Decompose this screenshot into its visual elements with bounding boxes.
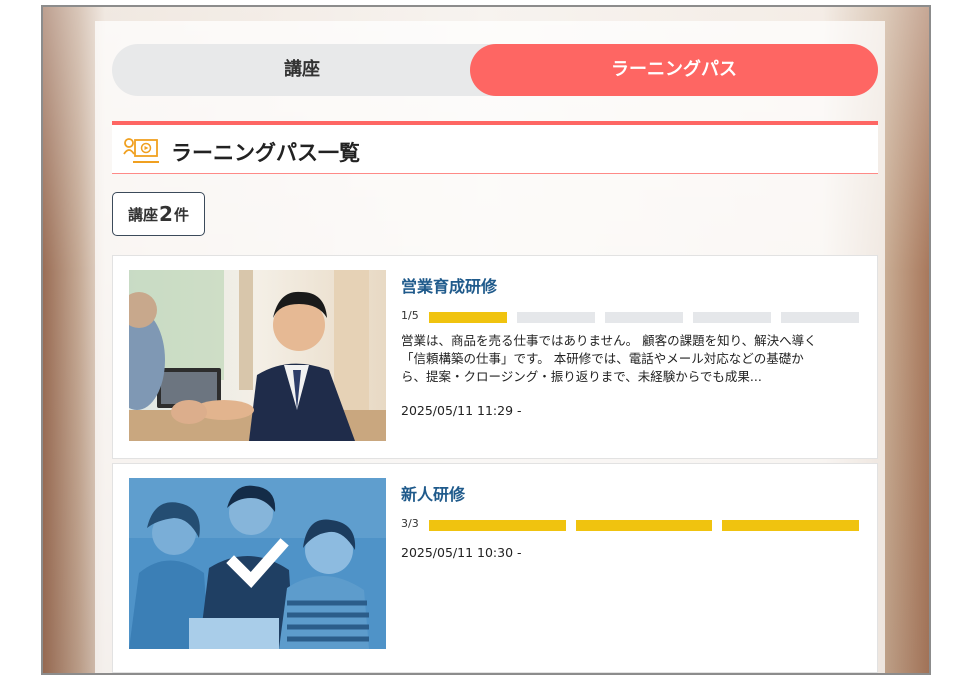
progress-segment xyxy=(781,312,859,323)
card-title[interactable]: 新人研修 xyxy=(401,481,465,505)
section-header: ラーニングパス一覧 xyxy=(112,121,878,174)
progress-bar: 3/3 xyxy=(401,517,859,532)
description-line: 「信頼構築の仕事」です。 本研修では、電話やメール対応などの基礎か xyxy=(401,351,804,366)
learning-path-card[interactable]: 営業育成研修 1/5 営業は、商品を売る仕事ではありません。 顧客の課題を知り、… xyxy=(112,255,878,459)
card-thumbnail[interactable] xyxy=(129,478,386,649)
tab-switcher: 講座 ラーニングパス xyxy=(112,44,878,96)
card-title[interactable]: 営業育成研修 xyxy=(401,273,497,297)
card-thumbnail[interactable] xyxy=(129,270,386,441)
tab-courses[interactable]: 講座 xyxy=(112,44,492,96)
description-line: ら、提案・クロージング・振り返りまで、未経験からでも成果... xyxy=(401,369,762,384)
card-date: 2025/05/11 10:30 - xyxy=(401,545,522,560)
progress-segment xyxy=(605,312,683,323)
progress-segment xyxy=(693,312,771,323)
learning-path-card[interactable]: 新人研修 3/3 2025/05/11 10:30 - xyxy=(112,463,878,673)
progress-segment xyxy=(429,520,566,531)
description-line: 営業は、商品を売る仕事ではありません。 顧客の課題を知り、解決へ導く xyxy=(401,333,817,348)
progress-label: 1/5 xyxy=(401,309,419,322)
progress-bar: 1/5 xyxy=(401,309,859,324)
tab-learning-path[interactable]: ラーニングパス xyxy=(470,44,878,96)
progress-segment xyxy=(575,520,713,531)
card-description: 営業は、商品を売る仕事ではありません。 顧客の課題を知り、解決へ導く 「信頼構築… xyxy=(401,332,861,386)
count-suffix: 件 xyxy=(173,205,189,224)
course-count-badge: 講座 2 件 xyxy=(112,192,205,236)
content-panel: 講座 ラーニングパス ラーニングパス一覧 講座 2 件 営業育成研修 1/5 営… xyxy=(95,21,885,673)
progress-segment xyxy=(517,312,595,323)
card-date: 2025/05/11 11:29 - xyxy=(401,403,522,418)
count-number: 2 xyxy=(159,202,173,226)
screen-frame: 講座 ラーニングパス ラーニングパス一覧 講座 2 件 営業育成研修 1/5 営… xyxy=(41,5,931,675)
progress-segment xyxy=(722,520,859,531)
section-title: ラーニングパス一覧 xyxy=(171,141,360,165)
learning-path-icon xyxy=(123,138,159,163)
count-prefix: 講座 xyxy=(128,205,159,224)
progress-label: 3/3 xyxy=(401,517,419,530)
progress-segment xyxy=(429,312,507,323)
